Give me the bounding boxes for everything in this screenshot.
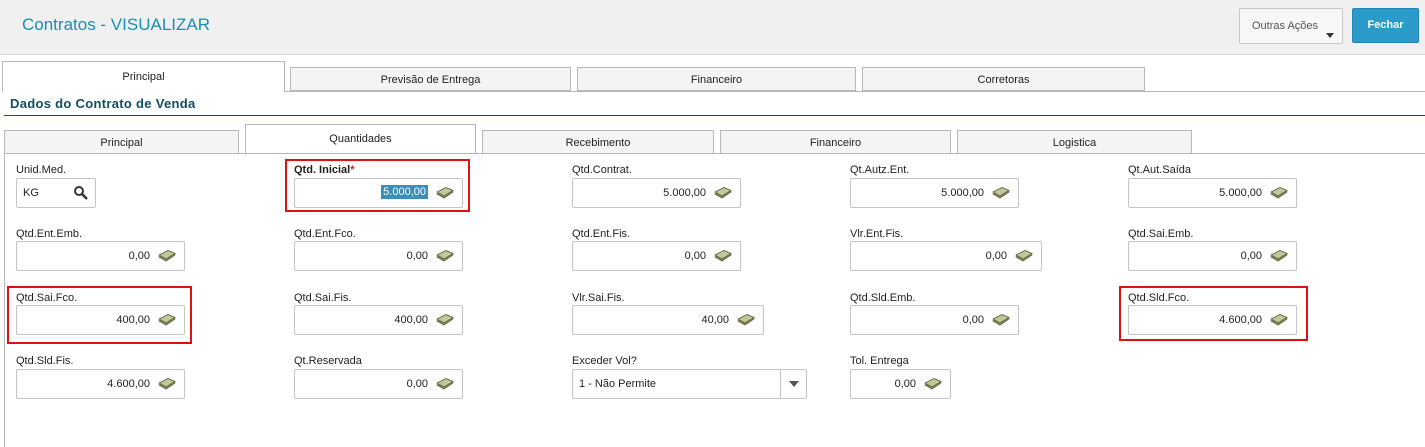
exceder-vol-value: 1 - Não Permite xyxy=(579,378,657,390)
fechar-button[interactable]: Fechar xyxy=(1352,8,1419,43)
qtd-sld-emb-field[interactable]: 0,00 xyxy=(850,305,1019,335)
inner-tab-recebimento[interactable]: Recebimento xyxy=(482,130,714,154)
qtd-sai-fis-label: Qtd.Sai.Fis. xyxy=(294,292,352,304)
qt-aut-saida-value: 5.000,00 xyxy=(1219,187,1262,199)
inner-tab-logistica[interactable]: Logistica xyxy=(957,130,1192,154)
vlr-ent-fis-label: Vlr.Ent.Fis. xyxy=(850,228,904,240)
qtd-sai-fis-value: 400,00 xyxy=(394,314,428,326)
qtd-sai-fis-field[interactable]: 400,00 xyxy=(294,305,463,335)
qtd-sld-fis-value: 4.600,00 xyxy=(107,378,150,390)
qtd-sai-emb-field[interactable]: 0,00 xyxy=(1128,241,1297,271)
chevron-down-icon xyxy=(1326,33,1334,38)
outras-acoes-label: Outras Ações xyxy=(1252,20,1319,32)
top-bar: Contratos - VISUALIZAR Outras Ações Fech… xyxy=(0,0,1425,55)
qt-reservada-label: Qt.Reservada xyxy=(294,355,362,367)
chevron-down-icon[interactable] xyxy=(780,370,806,398)
tab-principal[interactable]: Principal xyxy=(2,61,285,92)
tol-entrega-label: Tol. Entrega xyxy=(850,355,909,367)
money-icon xyxy=(924,378,942,390)
unid-med-value: KG xyxy=(23,187,39,199)
tol-entrega-field[interactable]: 0,00 xyxy=(850,369,951,399)
exceder-vol-label: Exceder Vol? xyxy=(572,355,637,367)
qtd-ent-fco-label: Qtd.Ent.Fco. xyxy=(294,228,356,240)
qtd-ent-emb-value: 0,00 xyxy=(128,250,150,262)
tol-entrega-value: 0,00 xyxy=(894,378,916,390)
qtd-sld-fis-field[interactable]: 4.600,00 xyxy=(16,369,185,399)
inner-tab-principal[interactable]: Principal xyxy=(4,130,239,154)
qt-autz-ent-field[interactable]: 5.000,00 xyxy=(850,178,1019,208)
qtd-sld-emb-value: 0,00 xyxy=(962,314,984,326)
unid-med-field[interactable]: KG xyxy=(16,178,96,208)
qtd-contrat-label: Qtd.Contrat. xyxy=(572,164,632,176)
money-icon xyxy=(714,250,732,262)
qt-aut-saida-label: Qt.Aut.Saída xyxy=(1128,164,1191,176)
exceder-vol-select[interactable]: 1 - Não Permite xyxy=(572,369,807,399)
qt-autz-ent-label: Qt.Autz.Ent. xyxy=(850,164,910,176)
tab-divider xyxy=(285,91,1425,92)
highlight-qtd-sld-fco xyxy=(1119,286,1308,341)
vlr-ent-fis-field[interactable]: 0,00 xyxy=(850,241,1042,271)
qtd-sld-fis-label: Qtd.Sld.Fis. xyxy=(16,355,74,367)
unid-med-label: Unid.Med. xyxy=(16,164,67,176)
section-title: Dados do Contrato de Venda xyxy=(10,96,196,111)
money-icon xyxy=(436,378,454,390)
qtd-sai-emb-label: Qtd.Sai.Emb. xyxy=(1128,228,1194,240)
qtd-ent-fis-label: Qtd.Ent.Fis. xyxy=(572,228,631,240)
money-icon xyxy=(737,314,755,326)
tab-financeiro[interactable]: Financeiro xyxy=(577,67,856,91)
qtd-ent-fis-field[interactable]: 0,00 xyxy=(572,241,741,271)
qtd-ent-emb-label: Qtd.Ent.Emb. xyxy=(16,228,83,240)
qt-reservada-value: 0,00 xyxy=(406,378,428,390)
qtd-ent-fco-value: 0,00 xyxy=(406,250,428,262)
qt-autz-ent-value: 5.000,00 xyxy=(941,187,984,199)
qtd-ent-fco-field[interactable]: 0,00 xyxy=(294,241,463,271)
qtd-sld-emb-label: Qtd.Sld.Emb. xyxy=(850,292,916,304)
vlr-sai-fis-value: 40,00 xyxy=(701,314,729,326)
page-title: Contratos - VISUALIZAR xyxy=(22,15,211,34)
money-icon xyxy=(158,250,176,262)
vlr-ent-fis-value: 0,00 xyxy=(985,250,1007,262)
money-icon xyxy=(992,187,1010,199)
money-icon xyxy=(1270,187,1288,199)
qt-reservada-field[interactable]: 0,00 xyxy=(294,369,463,399)
highlight-qtd-sai-fco xyxy=(7,286,192,344)
section-divider xyxy=(4,115,1425,116)
money-icon xyxy=(992,314,1010,326)
tab-previsao-entrega[interactable]: Previsão de Entrega xyxy=(290,67,571,91)
qtd-sai-emb-value: 0,00 xyxy=(1240,250,1262,262)
money-icon xyxy=(436,314,454,326)
qtd-ent-emb-field[interactable]: 0,00 xyxy=(16,241,185,271)
vlr-sai-fis-field[interactable]: 40,00 xyxy=(572,305,764,335)
qtd-contrat-field[interactable]: 5.000,00 xyxy=(572,178,741,208)
inner-tab-quantidades[interactable]: Quantidades xyxy=(245,124,476,154)
search-icon[interactable] xyxy=(73,185,89,201)
qt-aut-saida-field[interactable]: 5.000,00 xyxy=(1128,178,1297,208)
vlr-sai-fis-label: Vlr.Sai.Fis. xyxy=(572,292,625,304)
qtd-contrat-value: 5.000,00 xyxy=(663,187,706,199)
money-icon xyxy=(1270,250,1288,262)
qtd-ent-fis-value: 0,00 xyxy=(684,250,706,262)
highlight-qtd-inicial xyxy=(285,159,470,212)
inner-tab-financeiro[interactable]: Financeiro xyxy=(720,130,951,154)
money-icon xyxy=(714,187,732,199)
money-icon xyxy=(158,378,176,390)
tab-corretoras[interactable]: Corretoras xyxy=(862,67,1145,91)
money-icon xyxy=(436,250,454,262)
outras-acoes-button[interactable]: Outras Ações xyxy=(1239,8,1343,44)
money-icon xyxy=(1015,250,1033,262)
